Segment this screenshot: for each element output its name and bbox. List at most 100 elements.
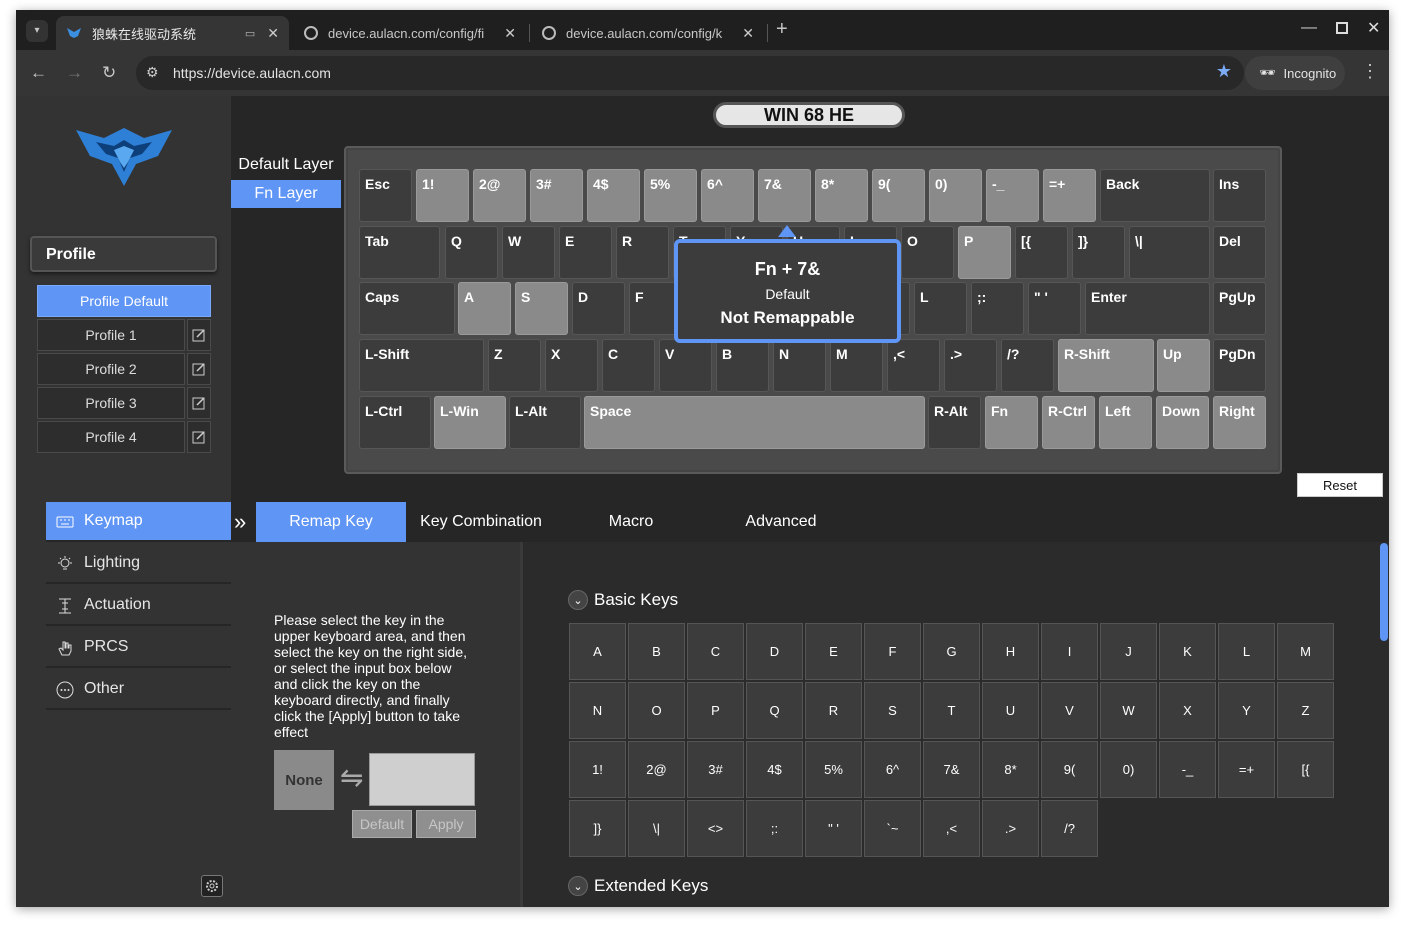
key-0-7[interactable]: 7&: [758, 169, 811, 222]
minimize-button[interactable]: —: [1301, 19, 1317, 37]
key-4-1[interactable]: L-Win: [434, 396, 506, 449]
default-button[interactable]: Default: [352, 810, 412, 838]
key-3-8[interactable]: ,<: [887, 339, 940, 392]
key-2-12[interactable]: Enter: [1085, 282, 1210, 335]
basic-key[interactable]: U: [982, 682, 1039, 739]
key-3-9[interactable]: .>: [944, 339, 997, 392]
key-0-3[interactable]: 3#: [530, 169, 583, 222]
key-1-4[interactable]: R: [616, 226, 669, 279]
tab-remap-key[interactable]: Remap Key: [256, 502, 406, 542]
basic-keys-header[interactable]: ⌄ Basic Keys: [568, 590, 678, 610]
basic-key[interactable]: <>: [687, 800, 744, 857]
basic-key[interactable]: ;:: [746, 800, 803, 857]
basic-key[interactable]: V: [1041, 682, 1098, 739]
basic-key[interactable]: 3#: [687, 741, 744, 798]
key-2-10[interactable]: ;:: [971, 282, 1024, 335]
basic-key[interactable]: S: [864, 682, 921, 739]
key-0-6[interactable]: 6^: [701, 169, 754, 222]
key-3-6[interactable]: N: [773, 339, 826, 392]
reload-button[interactable]: ↻: [102, 64, 116, 82]
key-0-13[interactable]: Back: [1100, 169, 1210, 222]
basic-key[interactable]: [{: [1277, 741, 1334, 798]
basic-key[interactable]: ,<: [923, 800, 980, 857]
key-1-13[interactable]: \|: [1129, 226, 1210, 279]
basic-key[interactable]: O: [628, 682, 685, 739]
key-1-12[interactable]: ]}: [1072, 226, 1125, 279]
key-4-4[interactable]: R-Alt: [928, 396, 981, 449]
close-tab-icon[interactable]: ✕: [267, 25, 279, 42]
key-1-10[interactable]: P: [958, 226, 1011, 279]
key-3-11[interactable]: R-Shift: [1058, 339, 1154, 392]
profile-label[interactable]: Profile 2: [37, 353, 185, 385]
profile-3-item[interactable]: Profile 3: [37, 387, 211, 419]
basic-key[interactable]: 5%: [805, 741, 862, 798]
basic-key[interactable]: C: [687, 623, 744, 680]
basic-key[interactable]: G: [923, 623, 980, 680]
key-3-5[interactable]: B: [716, 339, 769, 392]
basic-key[interactable]: I: [1041, 623, 1098, 680]
basic-key[interactable]: Z: [1277, 682, 1334, 739]
key-4-5[interactable]: Fn: [985, 396, 1038, 449]
basic-key[interactable]: 9(: [1041, 741, 1098, 798]
key-0-14[interactable]: Ins: [1213, 169, 1266, 222]
basic-key[interactable]: 7&: [923, 741, 980, 798]
basic-key[interactable]: D: [746, 623, 803, 680]
reset-button[interactable]: Reset: [1297, 473, 1383, 497]
basic-key[interactable]: A: [569, 623, 626, 680]
key-4-7[interactable]: Left: [1099, 396, 1152, 449]
key-4-3[interactable]: Space: [584, 396, 925, 449]
basic-key[interactable]: " ': [805, 800, 862, 857]
profile-4-item[interactable]: Profile 4: [37, 421, 211, 453]
basic-key[interactable]: W: [1100, 682, 1157, 739]
incognito-button[interactable]: 🕶 Incognito: [1245, 56, 1345, 90]
key-4-0[interactable]: L-Ctrl: [359, 396, 431, 449]
nav-lighting[interactable]: Lighting: [46, 544, 231, 584]
edit-icon[interactable]: [187, 353, 211, 385]
basic-key[interactable]: J: [1100, 623, 1157, 680]
basic-key[interactable]: L: [1218, 623, 1275, 680]
key-0-1[interactable]: 1!: [416, 169, 469, 222]
key-2-1[interactable]: A: [458, 282, 511, 335]
basic-key[interactable]: =+: [1218, 741, 1275, 798]
key-3-10[interactable]: /?: [1001, 339, 1054, 392]
key-2-2[interactable]: S: [515, 282, 568, 335]
key-1-1[interactable]: Q: [445, 226, 498, 279]
apply-button[interactable]: Apply: [416, 810, 476, 838]
layer-fn[interactable]: Fn Layer: [231, 180, 341, 208]
basic-key[interactable]: ]}: [569, 800, 626, 857]
key-3-3[interactable]: C: [602, 339, 655, 392]
key-2-3[interactable]: D: [572, 282, 625, 335]
basic-key[interactable]: F: [864, 623, 921, 680]
key-3-13[interactable]: PgDn: [1213, 339, 1266, 392]
key-2-13[interactable]: PgUp: [1213, 282, 1266, 335]
basic-key[interactable]: X: [1159, 682, 1216, 739]
tab-advanced[interactable]: Advanced: [706, 502, 856, 542]
scrollbar-thumb[interactable]: [1380, 543, 1388, 641]
basic-key[interactable]: K: [1159, 623, 1216, 680]
key-1-11[interactable]: [{: [1015, 226, 1068, 279]
back-button[interactable]: ←: [30, 64, 47, 82]
basic-key[interactable]: -_: [1159, 741, 1216, 798]
key-2-0[interactable]: Caps: [359, 282, 455, 335]
key-4-2[interactable]: L-Alt: [509, 396, 581, 449]
basic-key[interactable]: N: [569, 682, 626, 739]
profile-default-item[interactable]: Profile Default: [37, 285, 211, 317]
profile-label[interactable]: Profile 1: [37, 319, 185, 351]
profile-label[interactable]: Profile 4: [37, 421, 185, 453]
edit-icon[interactable]: [187, 319, 211, 351]
key-0-0[interactable]: Esc: [359, 169, 412, 222]
key-0-10[interactable]: 0): [929, 169, 982, 222]
key-3-2[interactable]: X: [545, 339, 598, 392]
key-0-11[interactable]: -_: [986, 169, 1039, 222]
basic-key[interactable]: E: [805, 623, 862, 680]
key-4-8[interactable]: Down: [1156, 396, 1209, 449]
key-2-11[interactable]: " ': [1028, 282, 1081, 335]
nav-keymap[interactable]: Keymap: [46, 502, 231, 542]
nav-other[interactable]: Other: [46, 670, 231, 710]
basic-key[interactable]: 2@: [628, 741, 685, 798]
key-0-9[interactable]: 9(: [872, 169, 925, 222]
maximize-button[interactable]: [1336, 22, 1348, 34]
tab-2[interactable]: device.aulacn.com/config/fi ✕: [294, 16, 526, 50]
edit-icon[interactable]: [187, 421, 211, 453]
basic-key[interactable]: /?: [1041, 800, 1098, 857]
